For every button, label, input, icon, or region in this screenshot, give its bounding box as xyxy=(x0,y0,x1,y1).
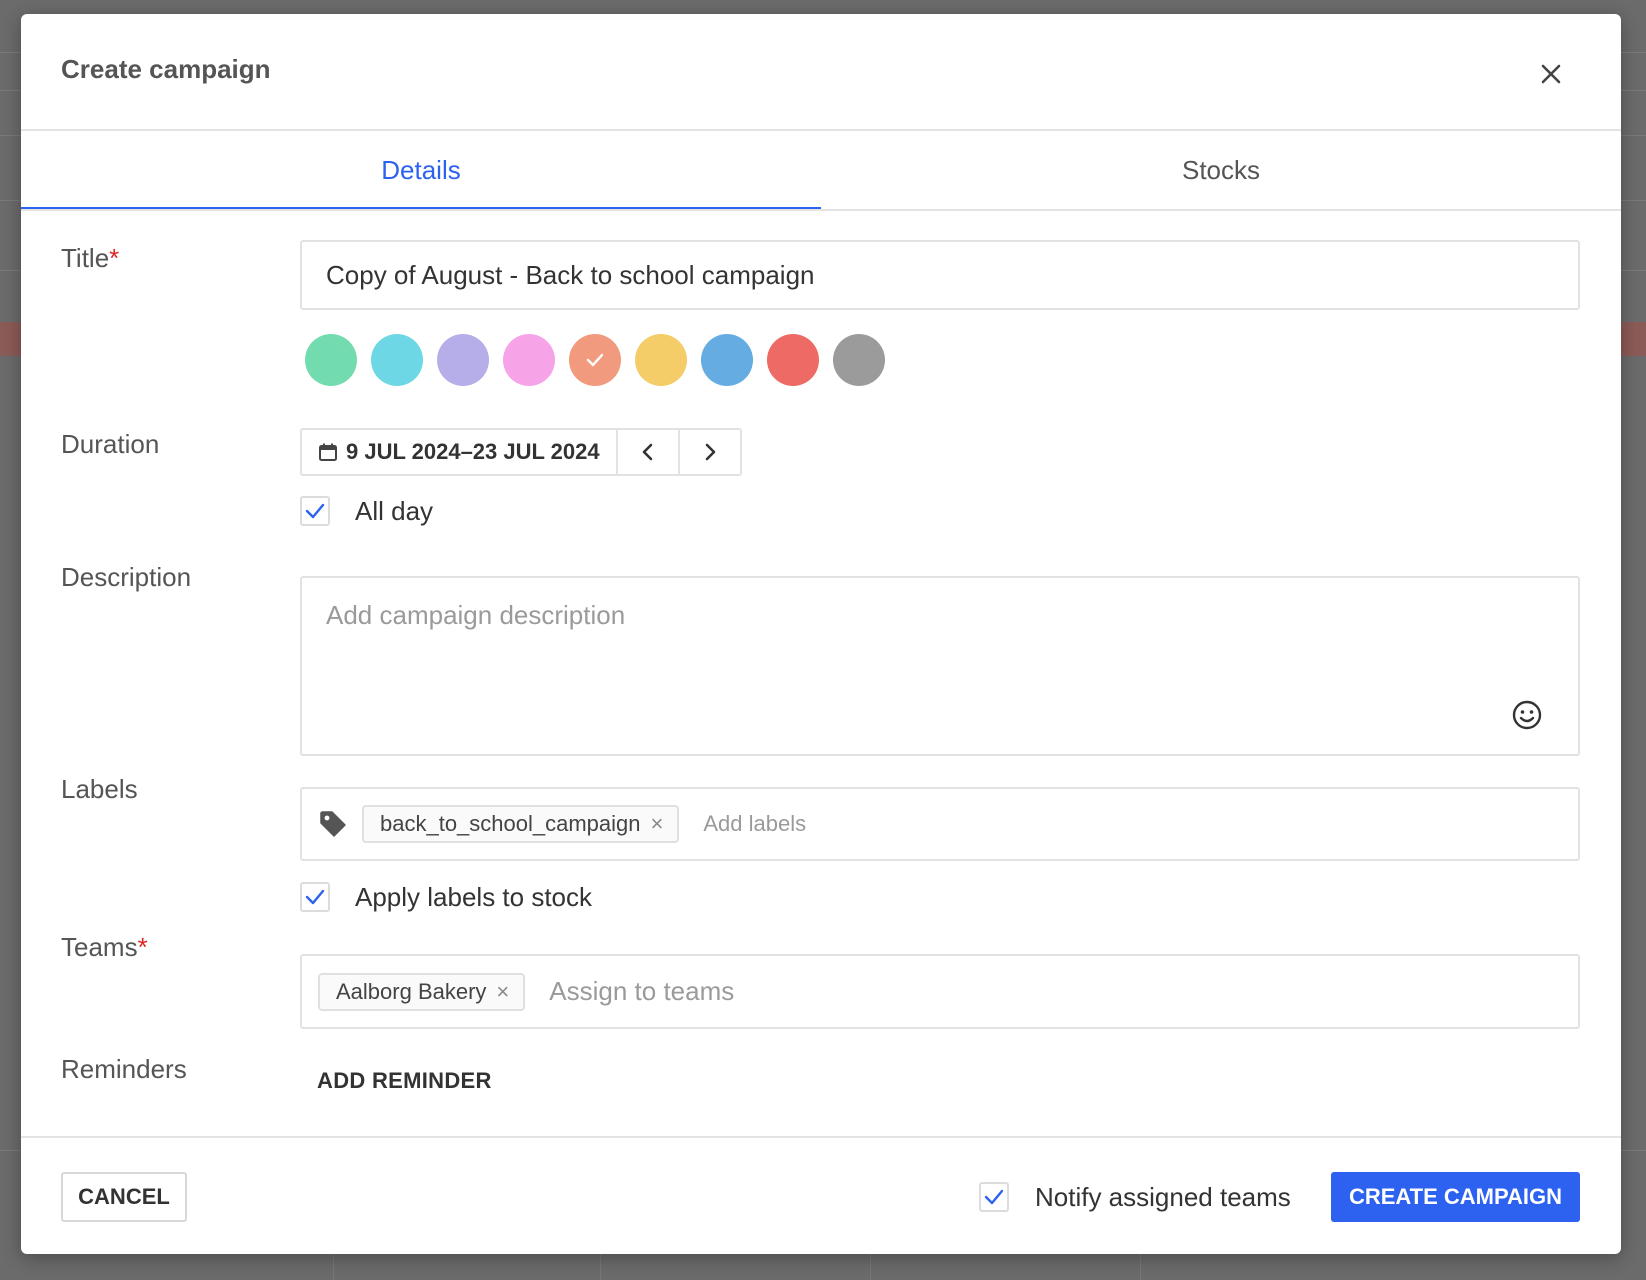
color-swatch-blue[interactable] xyxy=(701,334,753,386)
next-range-button[interactable] xyxy=(677,430,740,474)
description-placeholder: Add campaign description xyxy=(326,600,626,630)
dialog-title: Create campaign xyxy=(61,54,271,84)
labels-placeholder[interactable]: Add labels xyxy=(703,811,806,837)
previous-range-button[interactable] xyxy=(618,430,678,474)
tab-details[interactable]: Details xyxy=(21,129,821,211)
team-chip-text: Aalborg Bakery xyxy=(336,978,487,1004)
selected-check-icon xyxy=(586,353,604,367)
close-button[interactable] xyxy=(1531,54,1571,94)
color-swatch-salmon[interactable] xyxy=(569,334,621,386)
chevron-left-icon xyxy=(642,443,652,461)
description-label: Description xyxy=(61,562,192,592)
date-range-button[interactable]: 9 JUL 2024–23 JUL 2024 xyxy=(302,430,618,474)
tab-stocks[interactable]: Stocks xyxy=(821,129,1621,211)
date-range-text: 9 JUL 2024–23 JUL 2024 xyxy=(346,439,600,464)
calendar-icon xyxy=(319,443,337,461)
labels-input-box[interactable]: back_to_school_campaign × Add labels xyxy=(300,787,1580,861)
color-swatch-green[interactable] xyxy=(305,334,357,386)
tag-icon xyxy=(320,811,346,837)
apply-labels-checkbox[interactable] xyxy=(300,882,330,912)
add-reminder-button[interactable]: ADD REMINDER xyxy=(317,1068,492,1094)
reminders-label: Reminders xyxy=(61,1054,187,1084)
checkmark-icon xyxy=(984,1189,1004,1205)
color-swatch-pink[interactable] xyxy=(503,334,555,386)
required-mark: * xyxy=(109,243,120,273)
color-swatch-cyan[interactable] xyxy=(371,334,423,386)
label-chip-text: back_to_school_campaign xyxy=(380,811,641,836)
close-icon xyxy=(1541,64,1561,84)
emoji-icon[interactable] xyxy=(1510,698,1544,732)
all-day-checkbox[interactable] xyxy=(300,496,330,526)
all-day-label: All day xyxy=(355,496,434,526)
cancel-button[interactable]: CANCEL xyxy=(61,1172,187,1222)
labels-label: Labels xyxy=(61,774,138,804)
checkmark-icon xyxy=(305,889,325,905)
date-range-picker: 9 JUL 2024–23 JUL 2024 xyxy=(300,428,742,476)
checkmark-icon xyxy=(305,503,325,519)
notify-teams-label: Notify assigned teams xyxy=(1035,1182,1291,1212)
team-chip: Aalborg Bakery × xyxy=(318,972,526,1011)
footer-divider xyxy=(21,1136,1621,1138)
title-label: Title* xyxy=(61,243,120,273)
title-field-box xyxy=(300,240,1580,310)
color-swatch-lavender[interactable] xyxy=(437,334,489,386)
labels-chip-row: back_to_school_campaign × Add labels xyxy=(318,789,806,859)
color-swatch-red[interactable] xyxy=(767,334,819,386)
label-chip: back_to_school_campaign × xyxy=(362,805,680,843)
tabs-divider xyxy=(21,209,1621,211)
required-mark: * xyxy=(137,932,148,962)
description-textarea[interactable]: Add campaign description xyxy=(300,576,1580,756)
remove-label-icon[interactable]: × xyxy=(651,813,664,835)
remove-team-icon[interactable]: × xyxy=(496,980,509,1003)
apply-labels-label: Apply labels to stock xyxy=(355,882,593,912)
teams-label: Teams* xyxy=(61,932,148,962)
duration-label: Duration xyxy=(61,429,160,459)
dialog-header: Create campaign xyxy=(21,14,1621,129)
teams-chip-row: Aalborg Bakery × Assign to teams xyxy=(318,956,734,1027)
notify-teams-checkbox[interactable] xyxy=(979,1182,1009,1212)
create-campaign-button[interactable]: CREATE CAMPAIGN xyxy=(1331,1172,1580,1222)
title-input[interactable] xyxy=(302,242,1578,308)
color-swatch-gray[interactable] xyxy=(833,334,885,386)
teams-placeholder[interactable]: Assign to teams xyxy=(549,976,734,1007)
tab-bar: Details Stocks xyxy=(21,129,1621,211)
chevron-right-icon xyxy=(705,443,715,461)
create-campaign-dialog: Create campaign Details Stocks Title* Du… xyxy=(21,14,1621,1254)
teams-input-box[interactable]: Aalborg Bakery × Assign to teams xyxy=(300,954,1580,1029)
color-swatch-yellow[interactable] xyxy=(635,334,687,386)
